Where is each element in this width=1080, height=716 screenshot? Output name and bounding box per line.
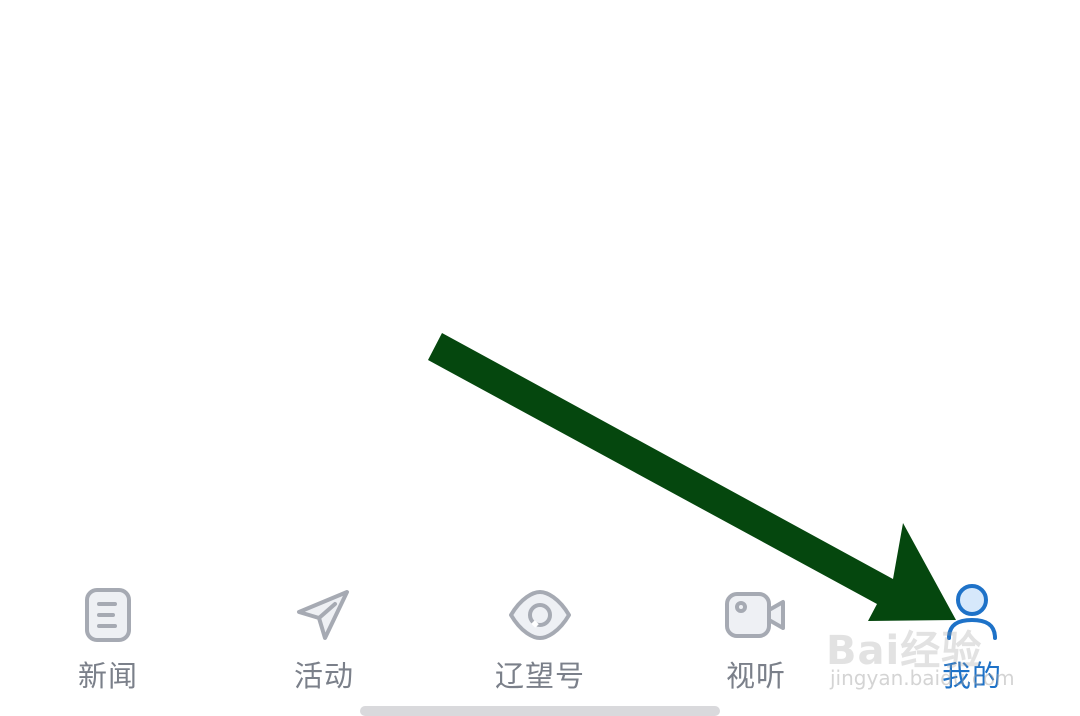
eye-icon (507, 582, 573, 648)
app-screen: 新闻 活动 辽望号 视听 我的 Bai经验 jingyan.baidu.com (0, 0, 1080, 716)
tab-news[interactable]: 新闻 (28, 570, 188, 700)
news-document-icon (75, 582, 141, 648)
tab-mine[interactable]: 我的 (892, 570, 1052, 700)
paper-plane-icon (291, 582, 357, 648)
tab-mine-label: 我的 (941, 659, 1002, 693)
tab-activities[interactable]: 活动 (244, 570, 404, 700)
user-profile-icon (939, 582, 1005, 648)
tab-audiovisual[interactable]: 视听 (676, 570, 836, 700)
tab-audiovisual-label: 视听 (725, 659, 786, 693)
video-camera-icon (723, 582, 789, 648)
home-indicator (360, 706, 720, 716)
tab-liaowanghao-label: 辽望号 (494, 659, 585, 693)
tab-news-label: 新闻 (77, 659, 138, 693)
tab-activities-label: 活动 (293, 659, 354, 693)
tab-liaowanghao[interactable]: 辽望号 (460, 570, 620, 700)
content-area (0, 0, 1080, 570)
bottom-tab-bar: 新闻 活动 辽望号 视听 我的 (0, 570, 1080, 700)
